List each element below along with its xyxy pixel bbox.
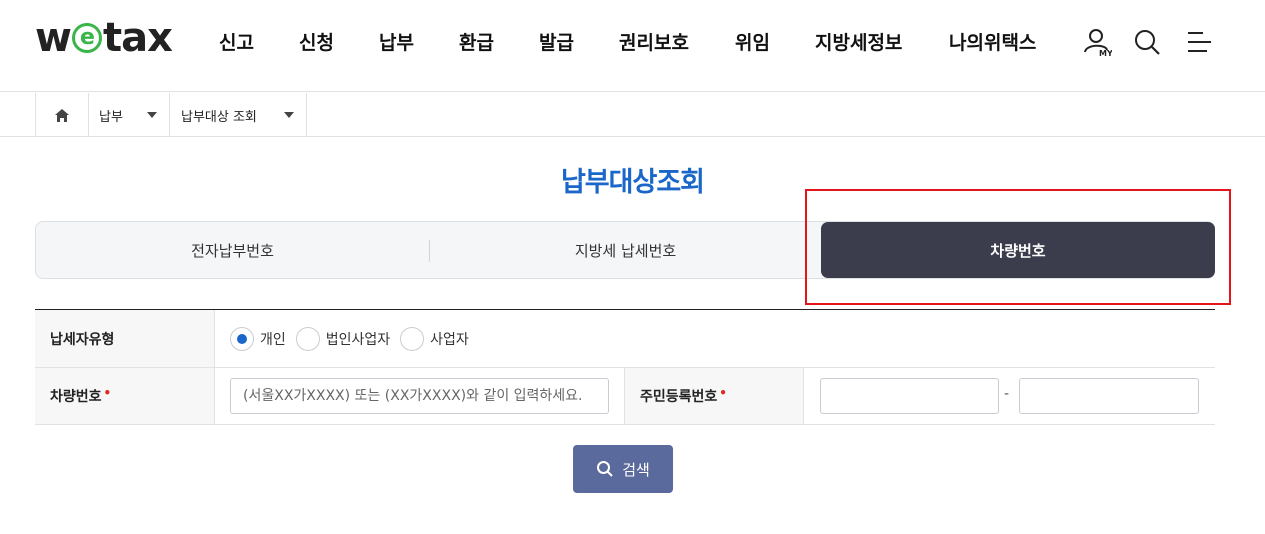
search-icon[interactable] — [1132, 26, 1162, 58]
taxpayer-type-radio-group: 개인 법인사업자 사업자 — [230, 310, 479, 368]
caret-down-icon — [284, 112, 294, 118]
menu-icon[interactable] — [1184, 26, 1214, 58]
nav-item-delegate[interactable]: 위임 — [735, 28, 770, 55]
taxpayer-type-row: 납세자유형 개인 법인사업자 사업자 — [35, 310, 1215, 368]
tab-electronic-payment-number[interactable]: 전자납부번호 — [36, 222, 429, 278]
nav-item-my-wetax[interactable]: 나의위택스 — [949, 28, 1036, 55]
site-header: w e tax 신고 신청 납부 환급 발급 권리보호 위임 지방세정보 나의위택스… — [0, 0, 1265, 92]
required-mark: • — [719, 386, 727, 400]
breadcrumb-level1[interactable]: 납부 — [89, 93, 170, 137]
caret-down-icon — [147, 112, 157, 118]
highlight-box — [805, 189, 1231, 305]
radio-unchecked-icon — [400, 327, 425, 351]
wetax-logo[interactable]: w e tax — [35, 15, 173, 61]
nav-item-rights[interactable]: 권리보호 — [619, 28, 689, 55]
car-number-row: 차량번호• 주민등록번호• - — [35, 368, 1215, 425]
search-button-label: 검색 — [622, 460, 650, 479]
breadcrumb-level2-label: 납부대상 조회 — [181, 109, 257, 125]
home-icon — [55, 108, 69, 122]
nav-item-report[interactable]: 신고 — [219, 28, 254, 55]
breadcrumb-home[interactable] — [35, 93, 89, 137]
radio-individual[interactable]: 개인 — [230, 327, 286, 351]
search-button[interactable]: 검색 — [573, 445, 673, 493]
nav-item-apply[interactable]: 신청 — [299, 28, 334, 55]
logo-w: w — [35, 15, 72, 61]
logo-suffix: tax — [102, 15, 173, 61]
car-number-label: 차량번호 • — [35, 368, 215, 424]
nav-item-payment[interactable]: 납부 — [379, 28, 414, 55]
rrn-back-input[interactable] — [1019, 378, 1199, 414]
user-my-icon[interactable]: MY — [1082, 26, 1112, 58]
radio-business[interactable]: 사업자 — [400, 327, 469, 351]
rrn-front-input[interactable] — [820, 378, 999, 414]
tab-local-tax-number[interactable]: 지방세 납세번호 — [429, 222, 822, 278]
rrn-label: 주민등록번호 • — [624, 368, 804, 424]
required-mark: • — [103, 386, 112, 400]
logo-e-icon: e — [71, 23, 102, 53]
breadcrumb-level1-label: 납부 — [99, 109, 123, 125]
radio-checked-icon — [230, 327, 254, 351]
rrn-separator: - — [1004, 386, 1010, 402]
radio-corporate-business-label: 법인사업자 — [325, 332, 391, 348]
car-number-label-text: 차량번호 — [50, 389, 102, 405]
breadcrumb-level2[interactable]: 납부대상 조회 — [170, 93, 307, 137]
search-icon — [597, 461, 613, 477]
radio-corporate-business[interactable]: 법인사업자 — [295, 327, 391, 351]
radio-business-label: 사업자 — [430, 332, 469, 348]
nav-item-refund[interactable]: 환급 — [459, 28, 494, 55]
breadcrumb: 납부 납부대상 조회 — [0, 93, 1265, 137]
taxpayer-type-label: 납세자유형 — [35, 310, 215, 367]
my-label: MY — [1099, 49, 1112, 58]
nav-item-localtax-info[interactable]: 지방세정보 — [815, 28, 902, 55]
radio-individual-label: 개인 — [260, 332, 286, 348]
radio-unchecked-icon — [295, 327, 320, 351]
rrn-label-text: 주민등록번호 — [640, 389, 718, 405]
car-number-input[interactable] — [230, 378, 609, 414]
nav-item-issue[interactable]: 발급 — [539, 28, 574, 55]
